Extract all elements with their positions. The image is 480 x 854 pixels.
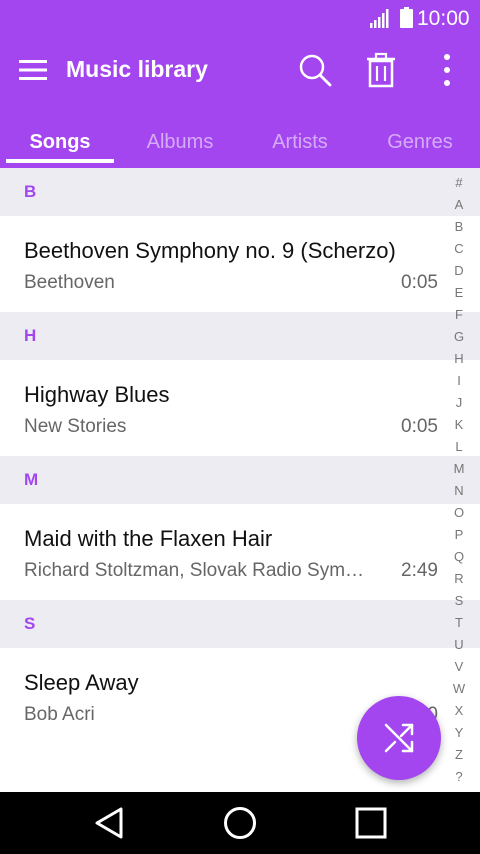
song-row[interactable]: Maid with the Flaxen Hair Richard Stoltz… [0,504,480,600]
song-duration: 0:05 [401,416,438,437]
back-button[interactable] [89,805,129,841]
home-icon [224,807,256,839]
index-letter[interactable]: J [446,392,472,414]
index-letter[interactable]: S [446,590,472,612]
delete-button[interactable] [361,50,401,90]
index-letter[interactable]: P [446,524,472,546]
index-letter[interactable]: U [446,634,472,656]
alphabet-index-bar[interactable]: # A B C D E F G H I J K L M N O P Q R S T U V W X Y Z? [446,172,472,788]
recents-icon [355,807,387,839]
index-letter[interactable]: T [446,612,472,634]
more-vert-icon [444,54,450,86]
index-letter[interactable]: W [446,678,472,700]
section-header-b: B [0,168,480,216]
navigation-bar [0,792,480,854]
index-letter[interactable]: X [446,700,472,722]
index-letter[interactable]: R [446,568,472,590]
tab-bar: Songs Albums Artists Genres [0,116,480,168]
status-bar: 10:00 [0,0,480,38]
song-row[interactable]: Beethoven Symphony no. 9 (Scherzo) Beeth… [0,216,480,312]
index-letter[interactable]: B [446,216,472,238]
index-letter[interactable]: L [446,436,472,458]
song-artist: Richard Stoltzman, Slovak Radio Symphony… [24,560,368,581]
search-icon [299,54,332,87]
index-letter[interactable]: N [446,480,472,502]
status-time: 10:00 [417,7,470,30]
index-letter[interactable]: Q [446,546,472,568]
index-letter[interactable]: C [446,238,472,260]
index-letter[interactable]: # [446,172,472,194]
shuffle-icon [384,723,414,753]
tab-artists[interactable]: Artists [240,116,360,168]
tab-genres[interactable]: Genres [360,116,480,168]
song-artist: New Stories [24,416,127,437]
song-title: Highway Blues [24,382,170,407]
song-duration: 2:49 [401,560,438,581]
index-letter[interactable]: ? [446,766,472,788]
index-letter[interactable]: F [446,304,472,326]
song-row[interactable]: Highway Blues New Stories 0:05 [0,360,480,456]
recents-button[interactable] [351,805,391,841]
back-icon [95,807,123,839]
index-letter[interactable]: Y [446,722,472,744]
section-header-s: S [0,600,480,648]
section-header-m: M [0,456,480,504]
trash-icon [367,52,395,88]
tab-albums[interactable]: Albums [120,116,240,168]
song-title: Beethoven Symphony no. 9 (Scherzo) [24,238,396,263]
index-letter[interactable]: H [446,348,472,370]
battery-icon [400,7,413,28]
song-artist: Bob Acri [24,704,95,725]
song-title: Sleep Away [24,670,139,695]
index-letter[interactable]: V [446,656,472,678]
index-letter[interactable]: I [446,370,472,392]
more-options-button[interactable] [427,50,467,90]
menu-button[interactable] [14,54,52,86]
menu-icon [19,60,47,80]
shuffle-button[interactable] [357,696,441,780]
home-button[interactable] [220,805,260,841]
tab-indicator [6,159,114,163]
song-artist: Beethoven [24,272,115,293]
index-letter[interactable]: Z [446,744,472,766]
song-title: Maid with the Flaxen Hair [24,526,273,551]
index-letter[interactable]: E [446,282,472,304]
page-title: Music library [66,56,208,82]
app-bar: Music library Songs Albums Artists Genre… [0,38,480,168]
index-letter[interactable]: A [446,194,472,216]
search-button[interactable] [295,50,335,90]
index-letter[interactable]: G [446,326,472,348]
index-letter[interactable]: D [446,260,472,282]
index-letter[interactable]: M [446,458,472,480]
index-letter[interactable]: O [446,502,472,524]
index-letter[interactable]: K [446,414,472,436]
section-header-h: H [0,312,480,360]
song-duration: 0:05 [401,272,438,293]
signal-icon [370,9,389,28]
